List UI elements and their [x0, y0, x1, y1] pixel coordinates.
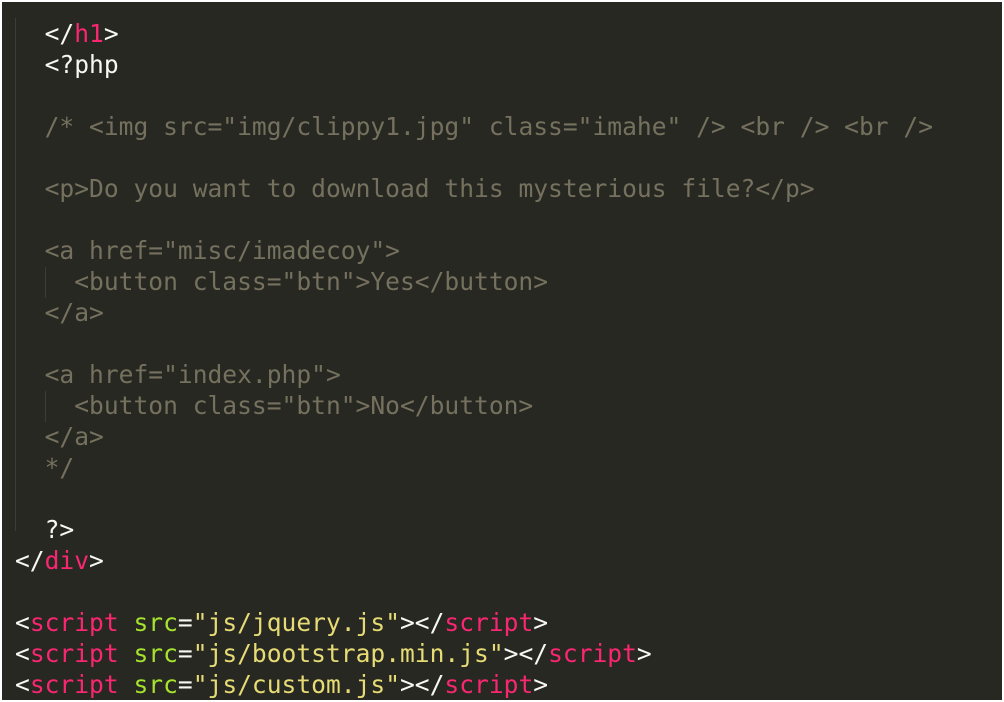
attribute-name: src — [133, 639, 178, 668]
punctuation: </ — [44, 19, 75, 48]
comment-text: </a> — [44, 422, 104, 451]
code-line[interactable]: <button class="btn">No</button> — [15, 390, 933, 421]
string-literal: "js/bootstrap.min.js" — [192, 639, 504, 668]
comment-text: <a href="index.php"> — [44, 360, 341, 389]
comment-text: </a> — [44, 298, 104, 327]
punctuation: < — [15, 639, 30, 668]
code-line[interactable]: <?php — [15, 49, 933, 80]
code-line[interactable] — [15, 576, 933, 607]
code-line[interactable] — [15, 328, 933, 359]
punctuation: ></ — [503, 639, 549, 668]
code-line[interactable]: ?> — [15, 514, 933, 545]
php-delimiter: ?> — [44, 515, 75, 544]
code-line[interactable]: </h1> — [15, 18, 933, 49]
code-line[interactable]: </a> — [15, 297, 933, 328]
punctuation: > — [103, 19, 119, 48]
tag-name: script — [548, 639, 637, 668]
tag-name: script — [29, 639, 119, 668]
string-literal: "js/custom.js" — [192, 670, 400, 699]
code-line[interactable]: */ — [15, 452, 933, 483]
punctuation: > — [89, 546, 104, 575]
code-line[interactable] — [15, 483, 933, 514]
code-line[interactable] — [15, 204, 933, 235]
code-line[interactable]: <script src="js/custom.js"></script> — [15, 669, 933, 700]
code-line[interactable]: <script src="js/jquery.js"></script> — [15, 607, 933, 638]
php-delimiter: <?php — [44, 50, 119, 79]
tag-name: script — [29, 670, 119, 699]
comment-text: */ — [44, 453, 75, 482]
comment-text: /* <img src="img/clippy1.jpg" class="ima… — [44, 112, 934, 141]
code-line[interactable] — [15, 142, 933, 173]
comment-text: <p>Do you want to download this mysterio… — [44, 174, 815, 203]
code-content[interactable]: </h1> <?php /* <img src="img/clippy1.jpg… — [15, 18, 933, 700]
code-line[interactable]: /* <img src="img/clippy1.jpg" class="ima… — [15, 111, 933, 142]
code-line[interactable] — [15, 80, 933, 111]
punctuation: < — [15, 670, 30, 699]
attribute-name: src — [133, 608, 178, 637]
code-line[interactable]: <button class="btn">Yes</button> — [15, 266, 933, 297]
tag-name: script — [29, 608, 119, 637]
tag-name: script — [444, 670, 534, 699]
punctuation: > — [636, 639, 652, 668]
code-line[interactable]: <a href="index.php"> — [15, 359, 933, 390]
code-line[interactable]: </div> — [15, 545, 933, 576]
tag-name: div — [44, 546, 90, 575]
code-editor[interactable]: </h1> <?php /* <img src="img/clippy1.jpg… — [2, 2, 1002, 700]
punctuation: ></ — [400, 670, 445, 699]
punctuation: < — [15, 608, 30, 637]
punctuation: > — [533, 608, 549, 637]
punctuation: = — [177, 608, 193, 637]
comment-text: <button class="btn">Yes</button> — [74, 267, 549, 296]
tag-name: h1 — [74, 19, 104, 48]
comment-text: <a href="misc/imadecoy"> — [44, 236, 400, 265]
punctuation: > — [533, 670, 549, 699]
punctuation: </ — [15, 546, 45, 575]
attribute-name: src — [133, 670, 178, 699]
punctuation: = — [177, 670, 193, 699]
punctuation: ></ — [400, 608, 445, 637]
comment-text: <button class="btn">No</button> — [74, 391, 534, 420]
string-literal: "js/jquery.js" — [192, 608, 400, 637]
punctuation: = — [177, 639, 193, 668]
tag-name: script — [444, 608, 534, 637]
code-line[interactable]: <a href="misc/imadecoy"> — [15, 235, 933, 266]
code-line[interactable]: </a> — [15, 421, 933, 452]
code-line[interactable]: <script src="js/bootstrap.min.js"></scri… — [15, 638, 933, 669]
code-line[interactable]: <p>Do you want to download this mysterio… — [15, 173, 933, 204]
